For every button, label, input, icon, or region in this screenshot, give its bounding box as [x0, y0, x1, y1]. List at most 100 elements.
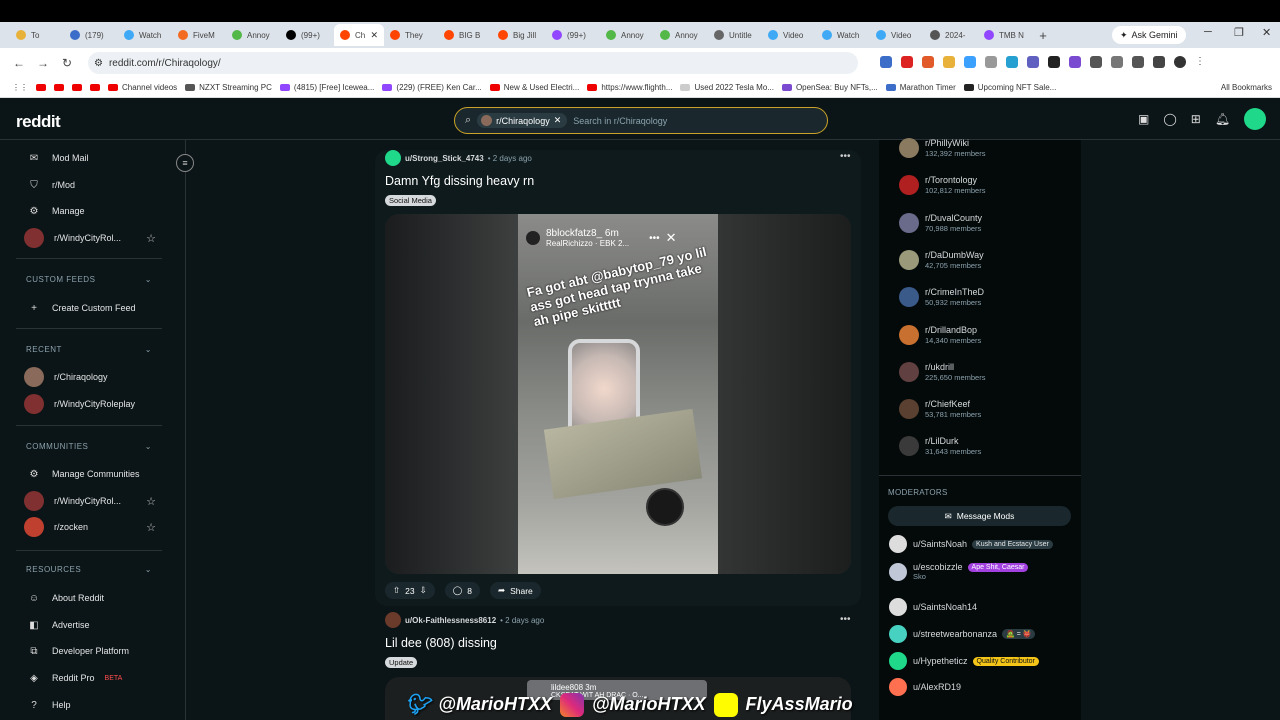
recent-heading[interactable]: RECENT ⌄	[26, 345, 152, 354]
related-community[interactable]: r/PhillyWiki 132,392 members	[899, 138, 985, 158]
scrollbar[interactable]	[1276, 140, 1280, 720]
browser-tab[interactable]: (179)	[64, 24, 118, 46]
post-flair[interactable]: Social Media	[385, 195, 436, 206]
bookmark-item[interactable]: New & Used Electri...	[489, 83, 579, 92]
browser-tab[interactable]: Ch ✕	[334, 24, 384, 46]
browser-tab[interactable]: Video	[870, 24, 924, 46]
apps-icon[interactable]: ⋮⋮	[12, 83, 28, 92]
browser-tab[interactable]: Untitle	[708, 24, 762, 46]
ads-icon[interactable]: ▣	[1138, 112, 1149, 130]
sidebar-item-windycity-community[interactable]: r/WindyCityRol... ☆	[24, 491, 156, 511]
user-avatar[interactable]	[385, 150, 401, 166]
extension-icon[interactable]	[964, 56, 976, 68]
user-avatar[interactable]	[1244, 108, 1267, 130]
url-field[interactable]: ⚙ reddit.com/r/Chiraqology/	[88, 52, 858, 74]
post-author[interactable]: u/Ok-Faithlessness8612	[405, 616, 496, 625]
maximize-icon[interactable]: ❐	[1234, 26, 1244, 39]
extension-icon[interactable]	[1090, 56, 1102, 68]
site-info-icon[interactable]: ⚙	[94, 58, 103, 69]
sidebar-item-developer-platform[interactable]: ⧉ Developer Platform	[26, 643, 156, 659]
browser-tab[interactable]: 2024-	[924, 24, 978, 46]
browser-tab[interactable]: Annoy	[654, 24, 708, 46]
browser-tab[interactable]: They	[384, 24, 438, 46]
browser-tab[interactable]: (99+)	[280, 24, 334, 46]
post-author[interactable]: u/Strong_Stick_4743	[405, 154, 484, 163]
create-custom-feed[interactable]: + Create Custom Feed	[26, 300, 156, 316]
star-icon[interactable]: ☆	[146, 495, 156, 508]
youtube-icon[interactable]	[36, 84, 46, 91]
bookmark-item[interactable]: Marathon Timer	[885, 83, 956, 92]
browser-tab[interactable]: BIG B	[438, 24, 492, 46]
moderator-item[interactable]: u/escobizzle Ape Shit, Caesar Sko	[889, 562, 1029, 581]
related-community[interactable]: r/Torontology 102,812 members	[899, 175, 985, 196]
bookmark-item[interactable]: (4815) [Free] Icewea...	[279, 83, 374, 92]
resources-heading[interactable]: RESOURCES ⌄	[26, 565, 152, 574]
close-window-icon[interactable]: ✕	[1262, 26, 1271, 39]
browser-tab[interactable]: Annoy	[600, 24, 654, 46]
post-title[interactable]: Damn Yfg dissing heavy rn	[385, 174, 851, 188]
bookmark-item[interactable]: https://www.flighth...	[587, 83, 672, 92]
notification-icon[interactable]: 🔔︎	[1215, 112, 1230, 130]
extension-icon[interactable]	[943, 56, 955, 68]
reddit-logo[interactable]: reddit	[16, 112, 61, 132]
browser-tab[interactable]: (99+)	[546, 24, 600, 46]
extension-icon[interactable]	[901, 56, 913, 68]
user-avatar[interactable]	[385, 612, 401, 628]
manage-communities[interactable]: ⚙ Manage Communities	[26, 466, 156, 482]
communities-heading[interactable]: COMMUNITIES ⌄	[26, 442, 152, 451]
sidebar-item-windycityroleplay[interactable]: r/WindyCityRoleplay	[24, 394, 156, 414]
related-community[interactable]: r/ukdrill 225,650 members	[899, 361, 985, 382]
custom-feeds-heading[interactable]: CUSTOM FEEDS ⌄	[26, 275, 152, 284]
create-icon[interactable]: ⊞	[1191, 112, 1201, 130]
puzzle-icon[interactable]	[1111, 56, 1123, 68]
sidebar-item-help[interactable]: ? Help	[26, 697, 156, 713]
star-icon[interactable]: ☆	[146, 521, 156, 534]
sidebar-item-manage[interactable]: ⚙ Manage	[26, 203, 156, 219]
new-tab-button[interactable]: +	[1032, 28, 1054, 43]
related-community[interactable]: r/CrimeInTheD 50,932 members	[899, 287, 984, 308]
related-community[interactable]: r/DrillandBop 14,340 members	[899, 324, 981, 345]
more-options-icon[interactable]: •••	[840, 151, 851, 162]
bookmark-item[interactable]: Upcoming NFT Sale...	[963, 83, 1056, 92]
youtube-icon[interactable]	[54, 84, 64, 91]
browser-tab[interactable]: FiveM	[172, 24, 226, 46]
close-tab-icon[interactable]: ✕	[370, 30, 378, 41]
bookmark-item[interactable]: Used 2022 Tesla Mo...	[680, 83, 774, 92]
sidebar-item-mod-mail[interactable]: ✉ Mod Mail	[26, 150, 156, 166]
forward-icon[interactable]: →	[31, 56, 55, 70]
sidebar-item-about-reddit[interactable]: ☺ About Reddit	[26, 590, 156, 606]
ask-gemini-button[interactable]: ✦ Ask Gemini	[1112, 26, 1186, 44]
sidebar-item-windycity[interactable]: r/WindyCityRol... ☆	[24, 228, 156, 248]
close-icon[interactable]: ✕	[554, 115, 562, 126]
back-icon[interactable]: ←	[7, 56, 31, 70]
collapse-sidebar-button[interactable]: ≡	[176, 154, 194, 172]
browser-tab[interactable]: Big Jill	[492, 24, 546, 46]
minimize-icon[interactable]: ─	[1204, 26, 1212, 38]
sidebar-item-advertise[interactable]: ◧ Advertise	[26, 617, 156, 633]
youtube-icon[interactable]	[72, 84, 82, 91]
browser-tab[interactable]: Watch	[816, 24, 870, 46]
share-button[interactable]: ➦ Share	[489, 582, 541, 599]
post-media[interactable]: 8blockfatz8_ 6m RealRichizzo · EBK 2... …	[385, 214, 851, 574]
moderator-item[interactable]: u/streetwearbonanza 🧟 = 👹	[889, 625, 1036, 643]
moderator-item[interactable]: u/SaintsNoah14	[889, 598, 977, 616]
sidepanel-icon[interactable]	[1132, 56, 1144, 68]
related-community[interactable]: r/DuvalCounty 70,988 members	[899, 212, 982, 233]
related-community[interactable]: r/ChiefKeef 53,781 members	[899, 399, 981, 420]
moderator-item[interactable]: u/AlexRD19	[889, 678, 961, 696]
post-flair[interactable]: Update	[385, 657, 418, 668]
comments-button[interactable]: ◯ 8	[444, 582, 480, 599]
extension-icon[interactable]	[1027, 56, 1039, 68]
more-options-icon[interactable]: •••	[840, 614, 851, 625]
browser-tab[interactable]: Video	[762, 24, 816, 46]
download-icon[interactable]	[1153, 56, 1165, 68]
browser-tab[interactable]: Annoy	[226, 24, 280, 46]
subreddit-chip[interactable]: r/Chiraqology ✕	[477, 113, 568, 128]
extension-icon[interactable]	[1048, 56, 1060, 68]
post-title[interactable]: Lil dee (808) dissing	[385, 636, 851, 650]
profile-avatar[interactable]	[1174, 56, 1186, 68]
vote-control[interactable]: ⇧ 23 ⇩	[385, 582, 435, 599]
sidebar-item-reddit-pro[interactable]: ◈ Reddit Pro BETA	[26, 670, 156, 686]
browser-tab[interactable]: TMB N	[978, 24, 1032, 46]
upvote-icon[interactable]: ⇧	[393, 585, 400, 596]
